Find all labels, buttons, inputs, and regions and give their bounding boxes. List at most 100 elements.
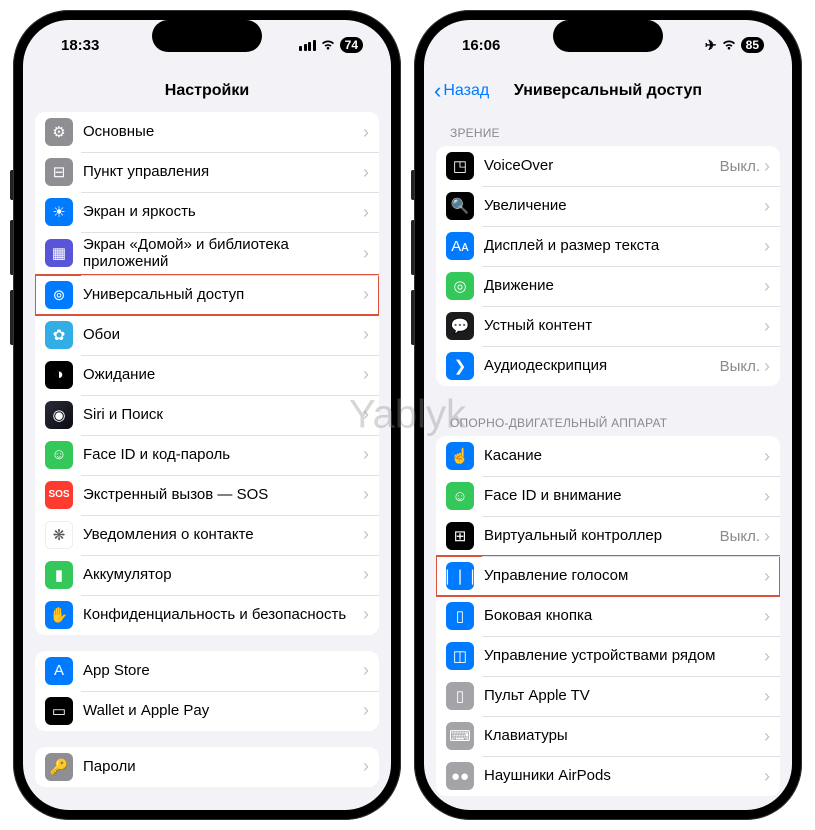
zoom-icon: 🔍 xyxy=(446,192,474,220)
row-detail: Выкл. xyxy=(720,158,760,175)
row-label: Wallet и Apple Pay xyxy=(83,702,363,719)
settings-group-main: ⚙ Основные › ⊟Пункт управления› ☀ Экран и ярк… xyxy=(35,112,379,635)
status-right: ✈ 85 xyxy=(705,37,764,54)
row-label: Экран и яркость xyxy=(83,203,363,220)
display-icon: ☀ xyxy=(45,198,73,226)
chevron-right-icon: › xyxy=(764,356,770,377)
chevron-right-icon: › xyxy=(363,524,369,545)
touch-icon: ☝ xyxy=(446,442,474,470)
passwords-icon: 🔑 xyxy=(45,753,73,781)
settings-row[interactable]: ▮Аккумулятор› xyxy=(35,555,379,595)
settings-row[interactable]: ⊞Виртуальный контроллерВыкл.› xyxy=(436,516,780,556)
row-label: Конфиденциальность и безопасность xyxy=(83,606,363,623)
settings-row[interactable]: ▦Экран «Домой» и библиотека приложений› xyxy=(35,232,379,275)
row-label: Пункт управления xyxy=(83,163,363,180)
wallet-icon: ▭ xyxy=(45,697,73,725)
accessibility-list[interactable]: ЗРЕНИЕ ◳ VoiceOverВыкл. › 🔍Увеличение›AᴀДис… xyxy=(424,112,792,810)
settings-row[interactable]: ✿ Обои› xyxy=(35,315,379,355)
chevron-right-icon: › xyxy=(363,404,369,425)
status-time: 18:33 xyxy=(61,37,99,54)
chevron-right-icon: › xyxy=(764,726,770,747)
settings-row[interactable]: ●●Наушники AirPods› xyxy=(436,756,780,796)
settings-row[interactable]: ❘❘❘Управление голосом› xyxy=(436,556,780,596)
row-label: Дисплей и размер текста xyxy=(484,237,764,254)
voice-ctrl-icon: ❘❘❘ xyxy=(446,562,474,590)
appletv-icon: ▯ xyxy=(446,682,474,710)
settings-row[interactable]: ☺Face ID и код-пароль› xyxy=(35,435,379,475)
settings-row[interactable]: ⊟Пункт управления› xyxy=(35,152,379,192)
faceid-attn-icon: ☺ xyxy=(446,482,474,510)
page-title: Универсальный доступ xyxy=(514,82,702,100)
settings-row[interactable]: ◉Siri и Поиск› xyxy=(35,395,379,435)
section-header-vision: ЗРЕНИЕ xyxy=(436,112,780,146)
settings-row[interactable]: 🔍Увеличение› xyxy=(436,186,780,226)
standby-icon: ◑ xyxy=(45,361,73,389)
settings-row[interactable]: ◫Управление устройствами рядом› xyxy=(436,636,780,676)
settings-row[interactable]: AApp Store› xyxy=(35,651,379,691)
row-label: Face ID и внимание xyxy=(484,487,764,504)
settings-row[interactable]: ❋Уведомления о контакте› xyxy=(35,515,379,555)
settings-row[interactable]: 💬 Устный контент› xyxy=(436,306,780,346)
settings-row[interactable]: ☺Face ID и внимание› xyxy=(436,476,780,516)
row-label: Клавиатуры xyxy=(484,727,764,744)
chevron-right-icon: › xyxy=(363,202,369,223)
settings-row[interactable]: ▭Wallet и Apple Pay› xyxy=(35,691,379,731)
voiceover-icon: ◳ xyxy=(446,152,474,180)
row-label: Управление устройствами рядом xyxy=(484,647,764,664)
settings-group-vision: ◳ VoiceOverВыкл. › 🔍Увеличение›AᴀДисплей и … xyxy=(436,146,780,386)
chevron-right-icon: › xyxy=(764,646,770,667)
row-label: Основные xyxy=(83,123,363,140)
chevron-right-icon: › xyxy=(764,276,770,297)
chevron-right-icon: › xyxy=(764,606,770,627)
settings-row[interactable]: ▯Пульт Apple TV› xyxy=(436,676,780,716)
row-label: VoiceOver xyxy=(484,157,720,174)
row-label: Обои xyxy=(83,326,363,343)
chevron-right-icon: › xyxy=(363,660,369,681)
dynamic-island xyxy=(553,20,663,52)
settings-row[interactable]: ☝Касание› xyxy=(436,436,780,476)
accessibility-icon: ⊚ xyxy=(45,281,73,309)
nav-bar: Настройки xyxy=(23,70,391,112)
exposure-icon: ❋ xyxy=(45,521,73,549)
row-label: Siri и Поиск xyxy=(83,406,363,423)
chevron-right-icon: › xyxy=(363,284,369,305)
chevron-right-icon: › xyxy=(764,766,770,787)
row-label: Аудиодескрипция xyxy=(484,357,720,374)
settings-row[interactable]: ◑Ожидание› xyxy=(35,355,379,395)
settings-row[interactable]: ▯Боковая кнопка› xyxy=(436,596,780,636)
settings-row[interactable]: ⚙Основные› xyxy=(35,112,379,152)
row-label: App Store xyxy=(83,662,363,679)
chevron-right-icon: › xyxy=(363,364,369,385)
signal-icon xyxy=(299,40,316,51)
phone-frame-right: 16:06 ✈ 85 ‹ Назад Универсальный доступ … xyxy=(414,10,802,820)
phone-frame-left: 18:33 74 Настройки ⚙Основные›⊟Пункт упра… xyxy=(13,10,401,820)
screen-left: 18:33 74 Настройки ⚙Основные›⊟Пункт упра… xyxy=(23,20,391,810)
chevron-right-icon: › xyxy=(363,756,369,777)
chevron-right-icon: › xyxy=(764,526,770,547)
wallpaper-icon: ✿ xyxy=(45,321,73,349)
settings-row[interactable]: SOSЭкстренный вызов — SOS› xyxy=(35,475,379,515)
row-label: Устный контент xyxy=(484,317,764,334)
chevron-right-icon: › xyxy=(363,444,369,465)
settings-row[interactable]: ◳VoiceOverВыкл.› xyxy=(436,146,780,186)
dynamic-island xyxy=(152,20,262,52)
settings-row[interactable]: ⊚Универсальный доступ› xyxy=(35,275,379,315)
row-label: Движение xyxy=(484,277,764,294)
chevron-right-icon: › xyxy=(363,324,369,345)
settings-row[interactable]: ◎Движение› xyxy=(436,266,780,306)
settings-row[interactable]: 🔑Пароли› xyxy=(35,747,379,787)
back-button[interactable]: ‹ Назад xyxy=(434,78,489,104)
settings-row[interactable]: AᴀДисплей и размер текста› xyxy=(436,226,780,266)
settings-row[interactable]: ❯АудиодескрипцияВыкл.› xyxy=(436,346,780,386)
settings-row[interactable]: ⌨Клавиатуры› xyxy=(436,716,780,756)
sos-icon: SOS xyxy=(45,481,73,509)
chevron-right-icon: › xyxy=(363,243,369,264)
settings-list[interactable]: ⚙ Основные › ⊟Пункт управления› ☀ Экран и ярк… xyxy=(23,112,391,810)
gear-icon: ⚙ xyxy=(45,118,73,146)
settings-row[interactable]: ☀ Экран и яркость› xyxy=(35,192,379,232)
spoken-icon: 💬 xyxy=(446,312,474,340)
settings-row[interactable]: ✋Конфиденциальность и безопасность› xyxy=(35,595,379,635)
row-label: Боковая кнопка xyxy=(484,607,764,624)
chevron-right-icon: › xyxy=(764,316,770,337)
settings-group-motor: ☝Касание›☺Face ID и внимание›⊞Виртуальны… xyxy=(436,436,780,796)
